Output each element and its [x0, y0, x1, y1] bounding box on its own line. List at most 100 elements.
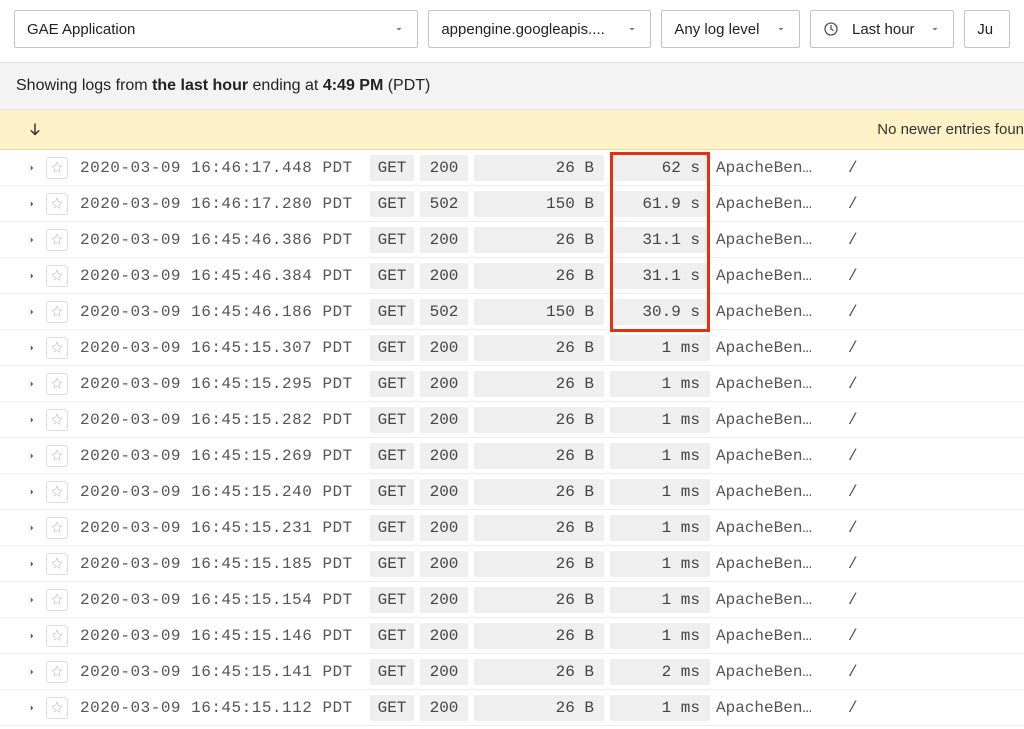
request-path: /	[832, 555, 858, 573]
expand-icon[interactable]	[22, 451, 42, 461]
jump-dropdown[interactable]: Ju	[964, 10, 1010, 48]
log-row[interactable]: 2020-03-09 16:45:15.185 PDTGET20026 B1 m…	[0, 546, 1024, 582]
http-status: 200	[420, 263, 468, 289]
severity-icon[interactable]	[46, 193, 68, 215]
severity-icon[interactable]	[46, 481, 68, 503]
http-status: 200	[420, 659, 468, 685]
expand-icon[interactable]	[22, 163, 42, 173]
latency: 31.1 s	[610, 263, 710, 289]
expand-icon[interactable]	[22, 415, 42, 425]
http-method: GET	[370, 551, 414, 577]
timestamp: 2020-03-09 16:45:15.282 PDT	[80, 411, 370, 429]
request-path: /	[832, 519, 858, 537]
log-row[interactable]: 2020-03-09 16:45:15.141 PDTGET20026 B2 m…	[0, 654, 1024, 690]
http-status: 200	[420, 479, 468, 505]
http-status: 200	[420, 587, 468, 613]
timestamp: 2020-03-09 16:45:15.269 PDT	[80, 447, 370, 465]
severity-icon[interactable]	[46, 517, 68, 539]
timestamp: 2020-03-09 16:45:46.384 PDT	[80, 267, 370, 285]
severity-icon[interactable]	[46, 445, 68, 467]
http-method: GET	[370, 263, 414, 289]
expand-icon[interactable]	[22, 595, 42, 605]
response-size: 26 B	[474, 335, 604, 361]
summary-strip: Showing logs from the last hour ending a…	[0, 63, 1024, 110]
log-row[interactable]: 2020-03-09 16:45:46.386 PDTGET20026 B31.…	[0, 222, 1024, 258]
resource-dropdown[interactable]: GAE Application	[14, 10, 418, 48]
request-path: /	[832, 231, 858, 249]
http-method: GET	[370, 659, 414, 685]
timerange-dropdown[interactable]: Last hour	[810, 10, 954, 48]
log-row[interactable]: 2020-03-09 16:45:15.307 PDTGET20026 B1 m…	[0, 330, 1024, 366]
response-size: 26 B	[474, 515, 604, 541]
expand-icon[interactable]	[22, 271, 42, 281]
expand-icon[interactable]	[22, 559, 42, 569]
user-agent: ApacheBen…	[716, 159, 832, 177]
severity-icon[interactable]	[46, 301, 68, 323]
response-size: 26 B	[474, 227, 604, 253]
severity-dropdown[interactable]: Any log level	[661, 10, 800, 48]
latency: 30.9 s	[610, 299, 710, 325]
user-agent: ApacheBen…	[716, 375, 832, 393]
severity-icon[interactable]	[46, 697, 68, 719]
newer-entries-banner[interactable]: No newer entries foun	[0, 110, 1024, 150]
http-method: GET	[370, 695, 414, 721]
severity-icon[interactable]	[46, 337, 68, 359]
response-size: 26 B	[474, 407, 604, 433]
severity-icon[interactable]	[46, 589, 68, 611]
severity-icon[interactable]	[46, 661, 68, 683]
log-row[interactable]: 2020-03-09 16:45:15.154 PDTGET20026 B1 m…	[0, 582, 1024, 618]
log-row[interactable]: 2020-03-09 16:45:46.384 PDTGET20026 B31.…	[0, 258, 1024, 294]
expand-icon[interactable]	[22, 343, 42, 353]
severity-icon[interactable]	[46, 625, 68, 647]
log-row[interactable]: 2020-03-09 16:45:15.269 PDTGET20026 B1 m…	[0, 438, 1024, 474]
timerange-dropdown-label: Last hour	[852, 21, 915, 38]
timestamp: 2020-03-09 16:45:15.141 PDT	[80, 663, 370, 681]
http-status: 200	[420, 443, 468, 469]
log-row[interactable]: 2020-03-09 16:45:15.295 PDTGET20026 B1 m…	[0, 366, 1024, 402]
http-method: GET	[370, 623, 414, 649]
response-size: 26 B	[474, 659, 604, 685]
logname-dropdown[interactable]: appengine.googleapis....	[428, 10, 651, 48]
severity-icon[interactable]	[46, 553, 68, 575]
log-row[interactable]: 2020-03-09 16:45:15.282 PDTGET20026 B1 m…	[0, 402, 1024, 438]
timestamp: 2020-03-09 16:45:15.307 PDT	[80, 339, 370, 357]
response-size: 150 B	[474, 191, 604, 217]
severity-icon[interactable]	[46, 373, 68, 395]
severity-icon[interactable]	[46, 265, 68, 287]
expand-icon[interactable]	[22, 667, 42, 677]
log-row[interactable]: 2020-03-09 16:46:17.280 PDTGET502150 B61…	[0, 186, 1024, 222]
expand-icon[interactable]	[22, 523, 42, 533]
jump-dropdown-label: Ju	[977, 21, 993, 38]
log-row[interactable]: 2020-03-09 16:45:15.112 PDTGET20026 B1 m…	[0, 690, 1024, 726]
latency: 1 ms	[610, 335, 710, 361]
severity-icon[interactable]	[46, 229, 68, 251]
log-row[interactable]: 2020-03-09 16:45:15.240 PDTGET20026 B1 m…	[0, 474, 1024, 510]
http-method: GET	[370, 515, 414, 541]
latency: 1 ms	[610, 695, 710, 721]
request-path: /	[832, 159, 858, 177]
expand-icon[interactable]	[22, 199, 42, 209]
expand-icon[interactable]	[22, 703, 42, 713]
user-agent: ApacheBen…	[716, 663, 832, 681]
clock-icon	[823, 21, 839, 37]
expand-icon[interactable]	[22, 379, 42, 389]
log-row[interactable]: 2020-03-09 16:46:17.448 PDTGET20026 B62 …	[0, 150, 1024, 186]
log-row[interactable]: 2020-03-09 16:45:46.186 PDTGET502150 B30…	[0, 294, 1024, 330]
severity-icon[interactable]	[46, 157, 68, 179]
expand-icon[interactable]	[22, 235, 42, 245]
logname-dropdown-label: appengine.googleapis....	[441, 21, 604, 38]
chevron-down-icon	[929, 23, 941, 35]
expand-icon[interactable]	[22, 631, 42, 641]
expand-icon[interactable]	[22, 307, 42, 317]
log-row[interactable]: 2020-03-09 16:45:15.146 PDTGET20026 B1 m…	[0, 618, 1024, 654]
user-agent: ApacheBen…	[716, 483, 832, 501]
expand-icon[interactable]	[22, 487, 42, 497]
log-row[interactable]: 2020-03-09 16:45:15.231 PDTGET20026 B1 m…	[0, 510, 1024, 546]
severity-icon[interactable]	[46, 409, 68, 431]
request-path: /	[832, 699, 858, 717]
http-status: 200	[420, 155, 468, 181]
user-agent: ApacheBen…	[716, 519, 832, 537]
request-path: /	[832, 663, 858, 681]
user-agent: ApacheBen…	[716, 447, 832, 465]
log-rows: 2020-03-09 16:46:17.448 PDTGET20026 B62 …	[0, 150, 1024, 726]
